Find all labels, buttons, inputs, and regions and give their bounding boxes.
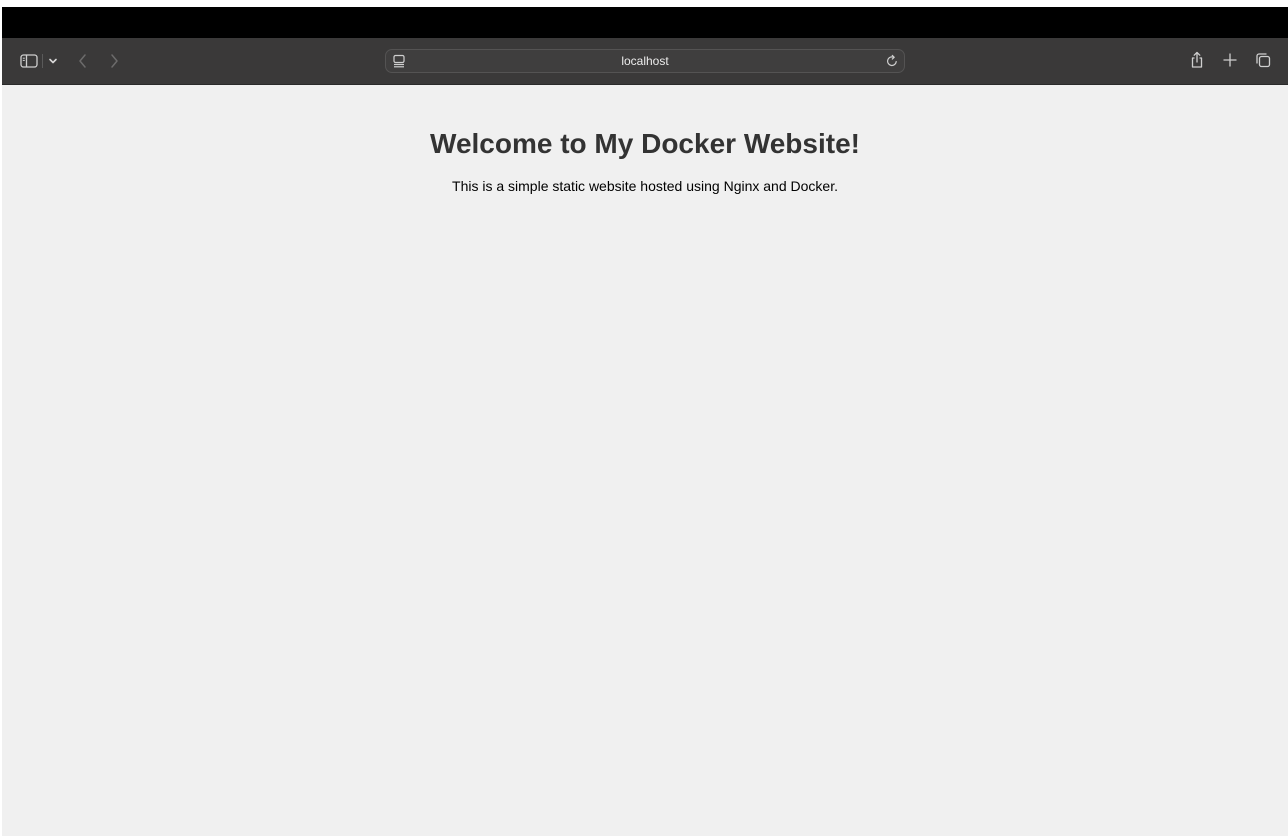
tab-overview-icon[interactable]: [1254, 51, 1272, 69]
browser-window: localhost Welcome to My Docker Website! …: [2, 7, 1288, 836]
forward-button[interactable]: [106, 51, 122, 71]
sidebar-icon[interactable]: [19, 52, 39, 70]
toolbar-divider: [42, 54, 43, 68]
browser-toolbar: localhost: [2, 38, 1288, 85]
plus-icon[interactable]: [1221, 51, 1239, 69]
page-description: This is a simple static website hosted u…: [452, 178, 838, 194]
menu-bar-strip: [2, 7, 1288, 38]
address-bar[interactable]: localhost: [385, 49, 905, 73]
chevron-left-icon: [79, 54, 86, 68]
chevron-down-icon[interactable]: [46, 53, 60, 69]
share-icon[interactable]: [1189, 50, 1205, 70]
chevron-right-icon: [111, 54, 118, 68]
screen: localhost Welcome to My Docker Website! …: [0, 0, 1288, 837]
back-button[interactable]: [75, 51, 91, 71]
web-page-content: Welcome to My Docker Website! This is a …: [2, 85, 1288, 836]
page-title: Welcome to My Docker Website!: [430, 128, 860, 159]
reload-icon[interactable]: [884, 53, 900, 69]
address-text[interactable]: localhost: [386, 54, 904, 68]
